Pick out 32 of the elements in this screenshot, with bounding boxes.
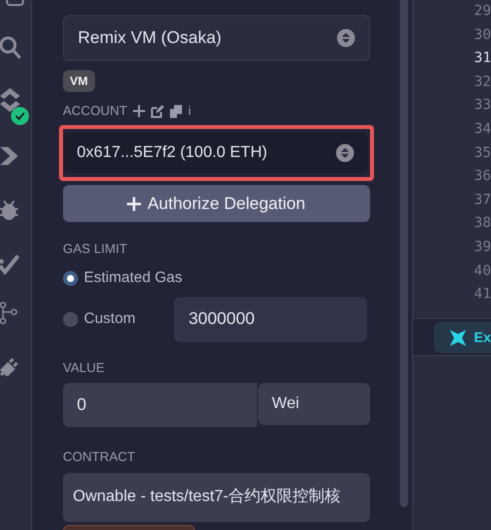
account-select[interactable]: 0x617...5E7f2 (100.0 ETH) <box>62 133 368 173</box>
editor-tab[interactable]: Ex <box>434 322 491 353</box>
line-number: 40 <box>474 262 491 281</box>
line-number: 32 <box>474 72 491 92</box>
line-number: 35 <box>474 144 491 163</box>
info-icon[interactable]: i <box>188 101 192 121</box>
authorize-delegation-button[interactable]: Authorize Delegation <box>62 185 370 222</box>
tab-label: Ex <box>474 328 491 347</box>
gas-limit-field[interactable]: 3000000 <box>174 296 367 342</box>
section-label: GAS LIMIT <box>62 240 128 258</box>
unit-select[interactable]: Wei <box>258 383 370 425</box>
line-number: 33 <box>474 96 491 116</box>
section-label: ACCOUNT <box>62 102 128 120</box>
value-field[interactable]: 0 <box>62 383 257 427</box>
line-number: 38 <box>474 214 491 234</box>
line-number: 29 <box>474 2 491 21</box>
radio-label: Estimated Gas <box>84 268 182 288</box>
radio-label: Custom <box>84 308 136 329</box>
line-number: 39 <box>474 238 491 257</box>
line-number: 41 <box>474 285 491 304</box>
vm-badge: VM <box>62 70 95 92</box>
line-number: 37 <box>474 190 491 210</box>
environment-select[interactable]: Remix VM (Osaka) <box>62 15 370 61</box>
line-number: 36 <box>474 167 491 186</box>
line-number: 30 <box>474 26 491 45</box>
select-value: 0x617...5E7f2 (100.0 ETH) <box>76 143 268 163</box>
contract-select[interactable]: Ownable - tests/test7-合约权限控制核 <box>62 472 370 522</box>
section-label: CONTRACT <box>62 448 136 466</box>
line-number: 34 <box>474 120 491 139</box>
line-number: 31 <box>474 49 491 68</box>
section-label: VALUE <box>62 358 106 376</box>
select-value: Remix VM (Osaka) <box>78 27 222 50</box>
